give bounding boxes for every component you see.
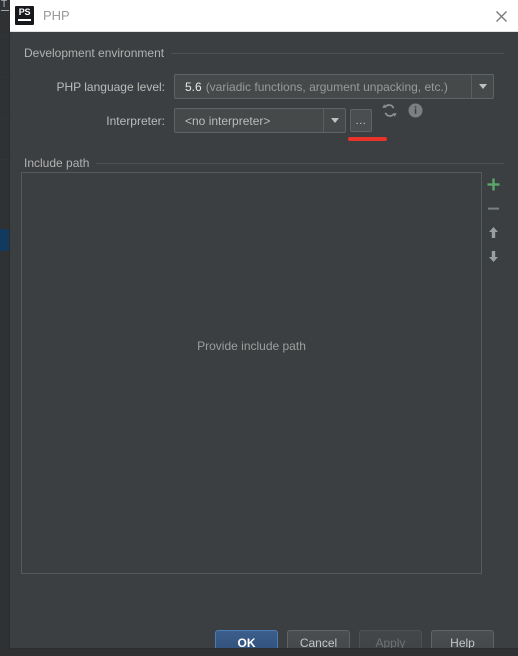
section-development-environment: Development environment (24, 46, 504, 60)
php-language-level-combo[interactable]: 5.6 (variadic functions, argument unpack… (174, 74, 494, 99)
ide-left-divider (0, 77, 9, 78)
php-language-level-label: PHP language level: (56, 80, 165, 94)
close-icon[interactable] (488, 3, 514, 28)
php-language-level-description: (variadic functions, argument unpacking,… (205, 79, 448, 94)
red-annotation-underline (348, 137, 387, 141)
section-development-environment-label: Development environment (24, 46, 165, 60)
info-icon[interactable] (407, 102, 424, 119)
ide-left-toolwindow-strip[interactable]: T (0, 0, 10, 656)
section-include-path-label: Include path (24, 156, 90, 170)
chevron-down-icon[interactable] (471, 75, 493, 98)
cancel-button[interactable]: Cancel (287, 630, 350, 648)
phpstorm-logo-icon: PS (15, 6, 34, 25)
help-button[interactable]: Help (431, 630, 494, 648)
phpstorm-logo-text: PS (18, 7, 31, 17)
dialog-body: Development environment PHP language lev… (10, 32, 518, 648)
interpreter-browse-button[interactable]: ... (350, 109, 372, 132)
interpreter-value: <no interpreter> (185, 113, 271, 128)
browse-button-label: ... (355, 114, 367, 127)
ide-left-divider (0, 36, 9, 37)
section-include-path: Include path (24, 156, 504, 170)
refresh-icon[interactable] (381, 102, 398, 119)
phpstorm-logo-underline (18, 19, 31, 21)
ok-button[interactable]: OK (215, 630, 278, 648)
include-path-placeholder: Provide include path (197, 339, 306, 353)
ide-left-tab-label: T (1, 0, 9, 11)
dialog-title: PHP (43, 8, 70, 23)
include-path-toolbar (481, 172, 505, 268)
php-language-level-value: 5.6 (variadic functions, argument unpack… (175, 75, 471, 98)
add-include-path-button[interactable] (481, 172, 505, 196)
ide-left-divider (0, 159, 9, 160)
section-divider (171, 52, 504, 54)
ide-status-bar (0, 648, 518, 656)
php-language-level-version: 5.6 (185, 79, 202, 94)
move-up-button[interactable] (481, 220, 505, 244)
interpreter-label: Interpreter: (106, 114, 165, 128)
ide-left-selected-row[interactable] (0, 229, 9, 251)
include-path-list[interactable]: Provide include path (21, 172, 482, 574)
remove-include-path-button[interactable] (481, 196, 505, 220)
apply-button: Apply (359, 630, 422, 648)
move-down-button[interactable] (481, 244, 505, 268)
ide-left-divider (0, 118, 9, 119)
section-divider (96, 162, 504, 164)
interpreter-combo[interactable]: <no interpreter> (174, 108, 346, 133)
dialog-titlebar: PS PHP (10, 0, 518, 32)
php-settings-dialog: PS PHP Development environment PHP langu… (10, 0, 518, 648)
chevron-down-icon[interactable] (323, 109, 345, 132)
